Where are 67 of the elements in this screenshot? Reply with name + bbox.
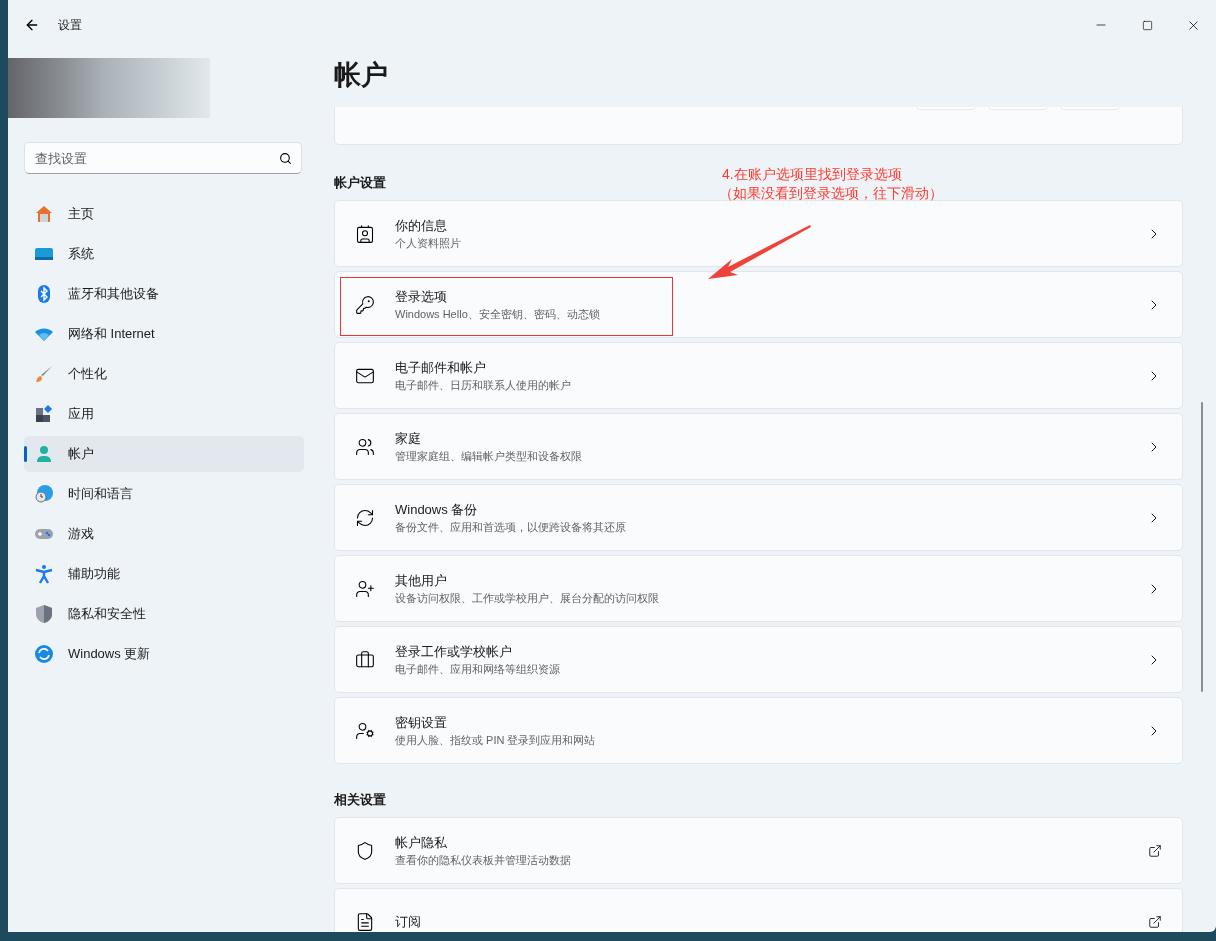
sync-icon (34, 644, 54, 664)
row-title: 订阅 (395, 912, 421, 931)
briefcase-icon (355, 649, 375, 670)
row-title: Windows 备份 (395, 500, 479, 519)
row-title: 电子邮件和帐户 (395, 358, 487, 377)
sidebar-item[interactable]: 个性化 (24, 356, 304, 392)
row-title: 密钥设置 (395, 713, 448, 732)
settings-row[interactable]: 密钥设置 使用人脸、指纹或 PIN 登录到应用和网站 (334, 697, 1183, 764)
people-icon (355, 436, 375, 457)
sidebar-item[interactable]: 帐户 (24, 436, 304, 472)
settings-row[interactable]: Windows 备份 备份文件、应用和首选项，以便跨设备将其还原 (334, 484, 1183, 551)
row-title: 你的信息 (395, 216, 448, 235)
accessibility-icon (34, 564, 54, 584)
search-icon (279, 152, 292, 165)
key-icon (355, 294, 375, 315)
sidebar-item[interactable]: 蓝牙和其他设备 (24, 276, 304, 312)
row-subtitle: 电子邮件、日历和联系人使用的帐户 (395, 377, 571, 393)
settings-row[interactable]: 登录工作或学校帐户 电子邮件、应用和网络等组织资源 (334, 626, 1183, 693)
sidebar-item[interactable]: 主页 (24, 196, 304, 232)
row-subtitle: 管理家庭组、编辑帐户类型和设备权限 (395, 448, 582, 464)
row-title: 家庭 (395, 429, 422, 448)
page-title: 帐户 (334, 59, 388, 92)
sidebar-item[interactable]: 隐私和安全性 (24, 596, 304, 632)
globe-clock-icon (34, 484, 54, 504)
settings-row[interactable]: 其他用户 设备访问权限、工作或学校用户、展台分配的访问权限 (334, 555, 1183, 622)
sidebar-item[interactable]: 游戏 (24, 516, 304, 552)
row-title: 帐户隐私 (395, 833, 448, 852)
row-title: 登录工作或学校帐户 (395, 642, 513, 661)
section-heading: 相关设置 (334, 791, 386, 809)
sidebar-item[interactable]: 时间和语言 (24, 476, 304, 512)
search-field[interactable]: 查找设置 (24, 142, 302, 174)
person-add-icon (355, 578, 375, 599)
settings-row[interactable]: 家庭 管理家庭组、编辑帐户类型和设备权限 (334, 413, 1183, 480)
row-subtitle: 查看你的隐私仪表板并管理活动数据 (395, 852, 571, 868)
settings-row[interactable]: 帐户隐私 查看你的隐私仪表板并管理活动数据 (334, 817, 1183, 884)
external-link-icon (1148, 914, 1162, 929)
sidebar-item[interactable]: 网络和 Internet (24, 316, 304, 352)
document-icon (355, 911, 375, 932)
sidebar-item[interactable]: 应用 (24, 396, 304, 432)
maximize-icon (1141, 19, 1153, 31)
row-title: 登录选项 (395, 287, 448, 306)
settings-row[interactable]: 电子邮件和帐户 电子邮件、日历和联系人使用的帐户 (334, 342, 1183, 409)
shield-icon (34, 604, 54, 624)
apps-icon (34, 404, 54, 424)
row-subtitle: 个人资料照片 (395, 235, 461, 251)
home-icon (34, 204, 54, 224)
sync-icon (355, 507, 375, 528)
row-subtitle: 备份文件、应用和首选项，以便跨设备将其还原 (395, 519, 626, 535)
row-subtitle: 使用人脸、指纹或 PIN 登录到应用和网站 (395, 732, 596, 748)
sidebar-item[interactable]: Windows 更新 (24, 636, 304, 672)
row-subtitle: Windows Hello、安全密钥、密码、动态锁 (395, 306, 600, 322)
person-icon (34, 444, 54, 464)
row-title: 其他用户 (395, 571, 448, 590)
brush-icon (34, 364, 54, 384)
row-subtitle: 电子邮件、应用和网络等组织资源 (395, 661, 560, 677)
settings-row[interactable]: 登录选项 Windows Hello、安全密钥、密码、动态锁 (334, 271, 1183, 338)
window-title: 设置 (58, 17, 82, 34)
settings-row[interactable]: 你的信息 个人资料照片 (334, 200, 1183, 267)
row-subtitle: 设备访问权限、工作或学校用户、展台分配的访问权限 (395, 590, 659, 606)
external-link-icon (1148, 843, 1162, 858)
shield-icon (355, 840, 375, 861)
settings-row[interactable]: 订阅 (334, 888, 1183, 932)
sidebar-item[interactable]: 辅助功能 (24, 556, 304, 592)
annotation-text: 4.在账户选项里找到登录选项 （如果没看到登录选项，往下滑动） (722, 165, 943, 203)
section-heading: 帐户设置 (334, 174, 386, 192)
selection-indicator (24, 446, 27, 462)
sidebar-item[interactable]: 系统 (24, 236, 304, 272)
